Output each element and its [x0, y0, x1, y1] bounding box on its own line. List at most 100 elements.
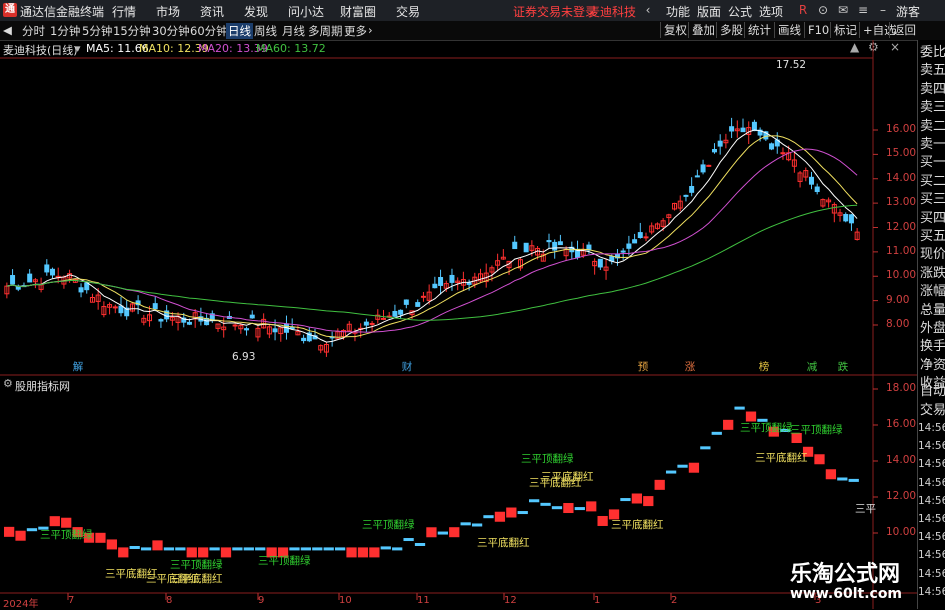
time-tick: 14:56	[918, 549, 945, 562]
menu-icon[interactable]: ≡	[855, 2, 871, 18]
event-zhang[interactable]: 涨	[684, 359, 696, 374]
auto-trade-field[interactable]: 自动	[920, 382, 945, 401]
event-jie[interactable]: 解	[72, 359, 84, 374]
btn-diejia[interactable]: 叠加	[688, 22, 718, 38]
candle-body	[552, 241, 558, 251]
indicator-bar	[243, 547, 254, 551]
menu-gongshi[interactable]: 公式	[728, 3, 752, 20]
mail-icon[interactable]: ✉	[835, 2, 851, 18]
y-tick: 12.00	[886, 220, 917, 233]
sub-y-tick: 16.00	[886, 418, 917, 430]
y-tick: 16.00	[886, 123, 917, 135]
menu-hangqing[interactable]: 行情	[112, 3, 136, 20]
candle-body	[44, 264, 50, 273]
guest-label[interactable]: 游客	[896, 3, 920, 20]
high-price-note: 17.52	[776, 59, 807, 71]
menu-caifuquan[interactable]: 财富圈	[340, 3, 376, 20]
btn-biaoji[interactable]: 标记	[830, 22, 860, 38]
candle-body	[523, 242, 529, 253]
period-more[interactable]: 更多	[344, 23, 367, 39]
quote-field: 卖三	[920, 100, 945, 116]
candle-body	[814, 186, 820, 193]
signal-bottom: 三平底翻红	[477, 537, 530, 549]
period-60min[interactable]: 60分钟	[190, 23, 228, 39]
menu-bar: 通 通达信金融终端 行情 市场 资讯 发现 问小达 财富圈 交易 证券交易未登录…	[0, 0, 945, 22]
r-icon[interactable]: R	[795, 2, 811, 18]
indicator-bar	[837, 477, 848, 481]
watermark-url: www.60lt.com	[790, 586, 903, 602]
event-bang[interactable]: 榜	[758, 359, 770, 374]
menu-wenxiaoda[interactable]: 问小达	[288, 3, 324, 20]
login-status[interactable]: 证券交易未登录	[513, 3, 597, 20]
period-multi[interactable]: 多周期	[308, 23, 343, 39]
event-cai[interactable]: 财	[401, 359, 413, 374]
user-icon[interactable]: ⊙	[815, 2, 831, 18]
btn-tongji[interactable]: 统计	[744, 22, 774, 38]
kline-chart[interactable]	[0, 40, 917, 609]
period-weekly[interactable]: 周线	[254, 23, 277, 39]
indicator-bar	[437, 531, 448, 535]
x-tick: 12	[504, 595, 517, 606]
menu-zixun[interactable]: 资讯	[200, 3, 224, 20]
event-jian[interactable]: 减	[806, 359, 818, 374]
menu-shichang[interactable]: 市场	[156, 3, 180, 20]
event-die[interactable]: 跌	[837, 359, 849, 374]
period-fenshi[interactable]: 分时	[22, 23, 45, 39]
menu-faxian[interactable]: 发现	[244, 3, 268, 20]
event-yu[interactable]: 预	[637, 359, 649, 374]
menu-xuanxiang[interactable]: 选项	[759, 3, 783, 20]
indicator-bar	[540, 502, 551, 506]
btn-huaxian[interactable]: 画线	[774, 22, 804, 38]
btn-duogu[interactable]: 多股	[716, 22, 746, 38]
indicator-bar	[574, 507, 585, 511]
candle-body	[729, 126, 735, 132]
candle-body	[683, 194, 689, 197]
indicator-bar	[255, 547, 266, 551]
collapse-icon[interactable]: ◀	[3, 23, 12, 37]
indicator-bar	[392, 547, 403, 551]
quote-field: 换手	[920, 339, 945, 355]
menu-gongneng[interactable]: 功能	[666, 3, 690, 20]
indicator-bar	[631, 493, 643, 504]
candle-body	[50, 268, 56, 276]
indicator-bar	[163, 547, 175, 551]
btn-fanhui[interactable]: 返回	[889, 22, 919, 38]
candle-body	[380, 317, 386, 320]
indicator-bar	[323, 547, 334, 551]
btn-f10[interactable]: F10	[804, 22, 832, 38]
period-daily[interactable]: 日线	[226, 23, 253, 39]
btn-fuquan[interactable]: 复权	[660, 22, 690, 38]
indicator-bar	[517, 511, 528, 515]
quote-field: 总量	[920, 302, 945, 318]
candle-body	[626, 243, 632, 249]
period-1min[interactable]: 1分钟	[50, 23, 80, 39]
period-15min[interactable]: 15分钟	[113, 23, 151, 39]
candle-body	[78, 287, 84, 293]
candle-body	[438, 276, 444, 286]
more-arrow-icon[interactable]: ›	[368, 23, 373, 37]
menu-jiaoyi[interactable]: 交易	[396, 3, 420, 20]
period-30min[interactable]: 30分钟	[152, 23, 190, 39]
period-5min[interactable]: 5分钟	[82, 23, 112, 39]
period-monthly[interactable]: 月线	[282, 23, 305, 39]
candle-body	[780, 152, 786, 155]
candle-body	[597, 258, 603, 268]
minimize-icon[interactable]: –	[875, 2, 891, 18]
quote-field: 涨幅	[920, 284, 945, 300]
sub-y-tick: 18.00	[886, 382, 917, 394]
menu-banmian[interactable]: 版面	[697, 3, 721, 20]
candle-body	[27, 273, 33, 283]
back-icon[interactable]: ‹	[640, 2, 656, 18]
indicator-bar	[471, 523, 483, 527]
x-tick: 7	[68, 595, 75, 606]
sub-settings-icon[interactable]: ⚙	[3, 377, 13, 390]
indicator-bar	[665, 470, 677, 474]
signal-bottom: 三平底翻红	[611, 519, 664, 531]
low-price-note: 6.93	[232, 351, 256, 363]
signal-short-top: 三平	[855, 503, 876, 515]
candle-body	[398, 309, 404, 315]
candle-body	[112, 306, 118, 309]
indicator-bar	[814, 454, 825, 465]
auto-trade-field[interactable]: 交易	[920, 401, 945, 420]
indicator-bar	[312, 547, 323, 551]
